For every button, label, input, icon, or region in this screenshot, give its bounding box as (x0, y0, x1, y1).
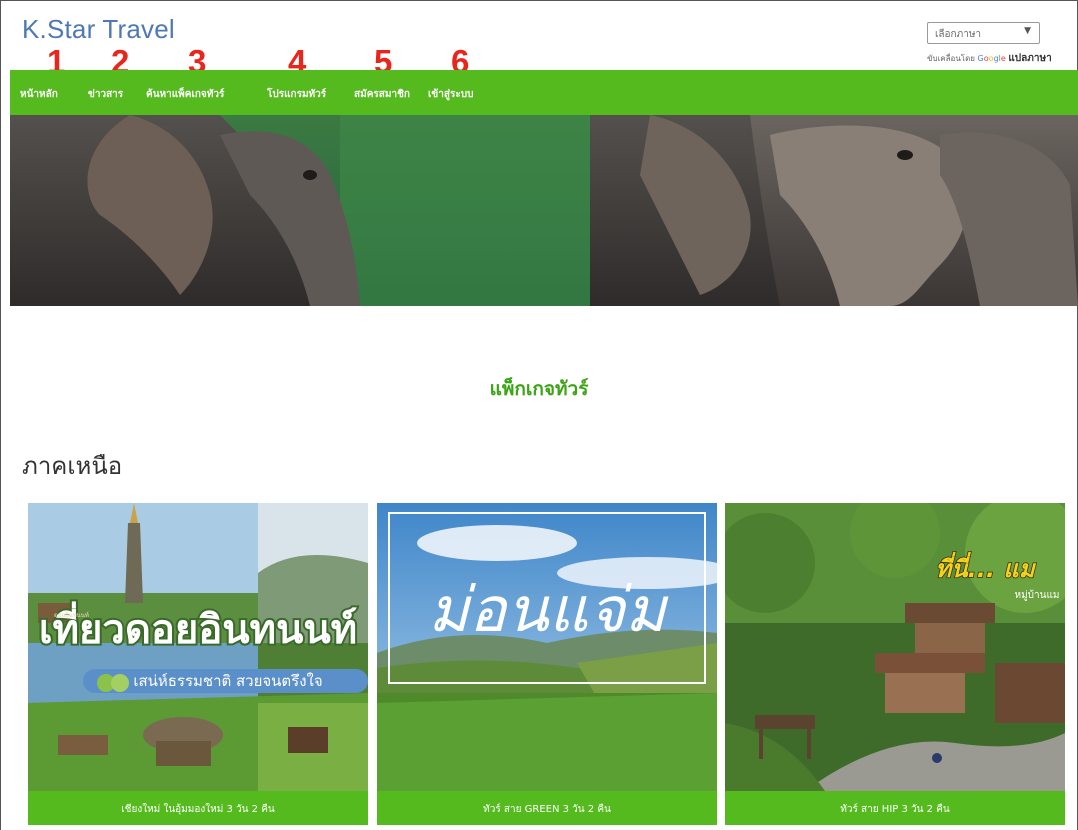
tour-card-doi-inthanon[interactable]: เที่ยวดอยอินทนนท์ เสน่ห์ธรรมชาติ สวยจนตร… (28, 503, 368, 825)
tour-card-green[interactable]: ม่อนแจ่ม ทัวร์ สาย GREEN 3 วัน 2 คืน (377, 503, 717, 825)
main-nav: หน้าหลัก ข่าวสาร ค้นหาแพ็คเกจทัวร์ โปรแก… (10, 70, 1078, 115)
nav-search-packages[interactable]: ค้นหาแพ็คเกจทัวร์ (146, 87, 224, 102)
doi-inthanon-image-subtitle: เสน่ห์ธรรมชาติ สวยจนตรึงใจ (133, 672, 322, 690)
tour-card-caption: ทัวร์ สาย HIP 3 วัน 2 คืน (725, 791, 1065, 825)
language-select[interactable]: เลือกภาษา ▼ (927, 22, 1040, 44)
hero-banner (10, 115, 1078, 306)
doi-inthanon-image: เที่ยวดอยอินทนนท์ เสน่ห์ธรรมชาติ สวยจนตร… (28, 503, 368, 791)
site-title[interactable]: K.Star Travel (22, 14, 175, 45)
elephants-image (10, 115, 1078, 306)
mon-jam-image-title: ม่อนแจ่ม (428, 573, 669, 646)
tour-card-hip[interactable]: ที่นี่... แม หมู่บ้านแม ทัวร์ สาย HIP 3 … (725, 503, 1065, 825)
tour-card-image: เที่ยวดอยอินทนนท์ เสน่ห์ธรรมชาติ สวยจนตร… (28, 503, 368, 791)
nav-register[interactable]: สมัครสมาชิก (354, 87, 410, 102)
tour-card-caption: เชียงใหม่ ในอุ้มมองใหม่ 3 วัน 2 คืน (28, 791, 368, 825)
dropdown-arrow-icon: ▼ (1024, 26, 1031, 36)
google-logo: Google (977, 54, 1006, 63)
nav-home[interactable]: หน้าหลัก (20, 87, 58, 102)
tour-card-caption: ทัวร์ สาย GREEN 3 วัน 2 คืน (377, 791, 717, 825)
village-image-title: ที่นี่... แม (935, 551, 1036, 583)
packages-heading: แพ็กเกจทัวร์ (489, 378, 589, 400)
nav-login[interactable]: เข้าสู่ระบบ (428, 87, 473, 102)
language-select-label: เลือกภาษา (935, 29, 982, 40)
tour-card-image: ที่นี่... แม หมู่บ้านแม (725, 503, 1065, 791)
nav-news[interactable]: ข่าวสาร (88, 87, 123, 102)
mon-jam-image: ม่อนแจ่ม (377, 503, 717, 791)
village-image: ที่นี่... แม หมู่บ้านแม (725, 503, 1065, 791)
doi-inthanon-sign: ดอยอินทนนท์ (54, 611, 89, 619)
doi-inthanon-image-title: เที่ยวดอยอินทนนท์ (39, 601, 357, 653)
powered-prefix: ขับเคลื่อนโดย (927, 54, 975, 63)
tour-card-image: ม่อนแจ่ม (377, 503, 717, 791)
translate-link[interactable]: แปลภาษา (1008, 53, 1051, 64)
powered-by-google: ขับเคลื่อนโดย Google แปลภาษา (927, 51, 1052, 66)
nav-tour-programs[interactable]: โปรแกรมทัวร์ (267, 87, 326, 102)
region-heading: ภาคเหนือ (22, 452, 123, 480)
village-image-subtitle: หมู่บ้านแม (1014, 589, 1059, 601)
